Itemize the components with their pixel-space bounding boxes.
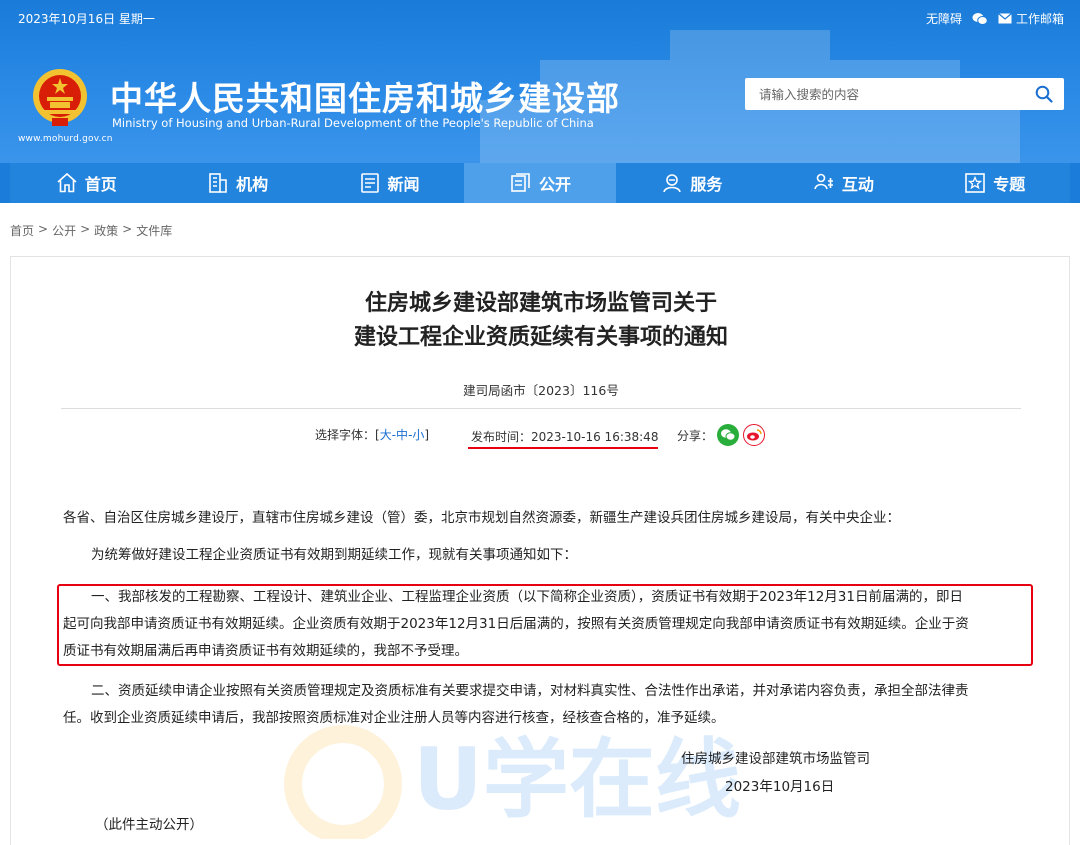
document-icon	[511, 173, 530, 192]
news-icon	[360, 173, 379, 193]
nav-label: 专题	[993, 175, 1026, 194]
font-medium-link[interactable]: 中	[396, 426, 408, 443]
topbar-links: 无障碍 工作邮箱	[926, 10, 1064, 27]
signature-date: 2023年10月16日	[725, 779, 835, 795]
search-box	[745, 78, 1064, 110]
wechat-icon	[972, 12, 988, 25]
nav-label: 首页	[84, 175, 117, 194]
font-large-link[interactable]: 大	[380, 426, 392, 443]
breadcrumb-public[interactable]: 公开	[52, 222, 76, 239]
breadcrumb-separator: >	[122, 222, 133, 236]
share-weibo-button[interactable]	[743, 424, 766, 446]
disclosure-note: （此件主动公开）	[95, 817, 203, 833]
point1-line2: 起可向我部申请资质证书有效期延续。企业资质有效期于2023年12月31日后届满的…	[63, 616, 969, 632]
nav-item-home[interactable]: 首页	[10, 163, 161, 203]
main-nav: 首页 机构 新闻 公开 服务 互动 专题	[10, 163, 1070, 203]
nav-item-public[interactable]: 公开	[464, 163, 616, 203]
national-emblem-icon[interactable]	[30, 66, 90, 128]
breadcrumb-library[interactable]: 文件库	[136, 222, 172, 239]
nav-item-interaction[interactable]: 互动	[767, 163, 918, 203]
nav-item-topics[interactable]: 专题	[919, 163, 1070, 203]
star-icon	[965, 173, 986, 193]
font-small-link[interactable]: 小	[412, 426, 424, 443]
chat-icon	[814, 173, 833, 190]
watermark-text: U学在线	[413, 730, 741, 830]
nav-item-news[interactable]: 新闻	[313, 163, 464, 203]
font-select-label: 选择字体：[	[315, 428, 380, 442]
nav-label: 服务	[690, 175, 723, 194]
share-wechat-button[interactable]	[717, 424, 740, 446]
publish-time: 发布时间：2023-10-16 16:38:48	[471, 430, 659, 444]
point2-line1: 二、资质延续申请企业按照有关资质管理规定及资质标准有关要求提交申请，对材料真实性…	[91, 683, 969, 699]
work-mail-label: 工作邮箱	[1015, 12, 1064, 26]
font-size-selector: 选择字体：[ 大 - 中 - 小 ]	[315, 426, 429, 443]
weibo-share-icon	[747, 429, 762, 441]
breadcrumb-policy[interactable]: 政策	[94, 222, 118, 239]
article-title-line2: 建设工程企业资质延续有关事项的通知	[353, 325, 728, 350]
nav-item-organization[interactable]: 机构	[161, 163, 312, 203]
accessibility-label: 无障碍	[925, 12, 962, 26]
breadcrumb-separator: >	[38, 222, 49, 236]
salutation: 各省、自治区住房城乡建设厅，直辖市住房城乡建设（管）委，北京市规划自然资源委，新…	[63, 510, 900, 526]
document-number: 建司局函市〔2023〕116号	[463, 383, 619, 398]
search-input[interactable]	[745, 79, 1024, 109]
point1-line3: 质证书有效期届满后再申请资质证书有效期延续的，我部不予受理。	[63, 643, 468, 659]
mail-icon	[998, 13, 1012, 24]
article-title-line1: 住房城乡建设部建筑市场监管司关于	[364, 291, 717, 316]
search-icon	[1035, 85, 1053, 103]
site-url: www.mohurd.gov.cn	[18, 134, 113, 144]
point1-line1: 一、我部核发的工程勘察、工程设计、建筑业企业、工程监理企业资质（以下简称企业资质…	[91, 589, 963, 605]
font-select-close: ]	[424, 427, 430, 442]
wechat-share-icon	[721, 429, 736, 441]
breadcrumb: 首页 > 公开 > 政策 > 文件库	[10, 222, 172, 239]
search-button[interactable]	[1024, 78, 1064, 110]
share-bar: 分享：	[677, 424, 766, 446]
site-header: 2023年10月16日 星期一 无障碍 工作邮箱 www.mohurd.gov.…	[0, 0, 1080, 163]
intro-paragraph: 为统筹做好建设工程企业资质证书有效期到期延续工作，现就有关事项通知如下：	[91, 547, 577, 563]
current-date: 2023年10月16日 星期一	[18, 12, 155, 26]
nav-label: 新闻	[387, 175, 420, 194]
service-icon	[663, 174, 682, 193]
share-label: 分享：	[677, 428, 714, 443]
nav-label: 公开	[538, 175, 571, 194]
building-icon	[209, 173, 227, 193]
site-title[interactable]: 中华人民共和国住房和城乡建设部	[110, 72, 620, 120]
signature-org: 住房城乡建设部建筑市场监管司	[681, 751, 870, 767]
article-card: 住房城乡建设部建筑市场监管司关于 建设工程企业资质延续有关事项的通知 建司局函市…	[10, 256, 1070, 845]
nav-label: 互动	[841, 175, 874, 194]
nav-label: 机构	[236, 175, 269, 194]
wechat-link[interactable]	[972, 12, 988, 26]
breadcrumb-home[interactable]: 首页	[10, 222, 34, 239]
home-icon	[57, 172, 77, 193]
breadcrumb-separator: >	[80, 222, 91, 236]
point2-line2: 任。收到企业资质延续申请后，我部按照资质标准对企业注册人员等内容进行核查，经核查…	[63, 710, 725, 726]
publish-time-underline	[468, 447, 658, 449]
accessibility-link[interactable]: 无障碍	[926, 10, 962, 27]
nav-item-service[interactable]: 服务	[616, 163, 767, 203]
work-mail-link[interactable]: 工作邮箱	[998, 10, 1064, 27]
site-subtitle: Ministry of Housing and Urban-Rural Deve…	[112, 116, 594, 130]
title-divider	[61, 408, 1021, 409]
